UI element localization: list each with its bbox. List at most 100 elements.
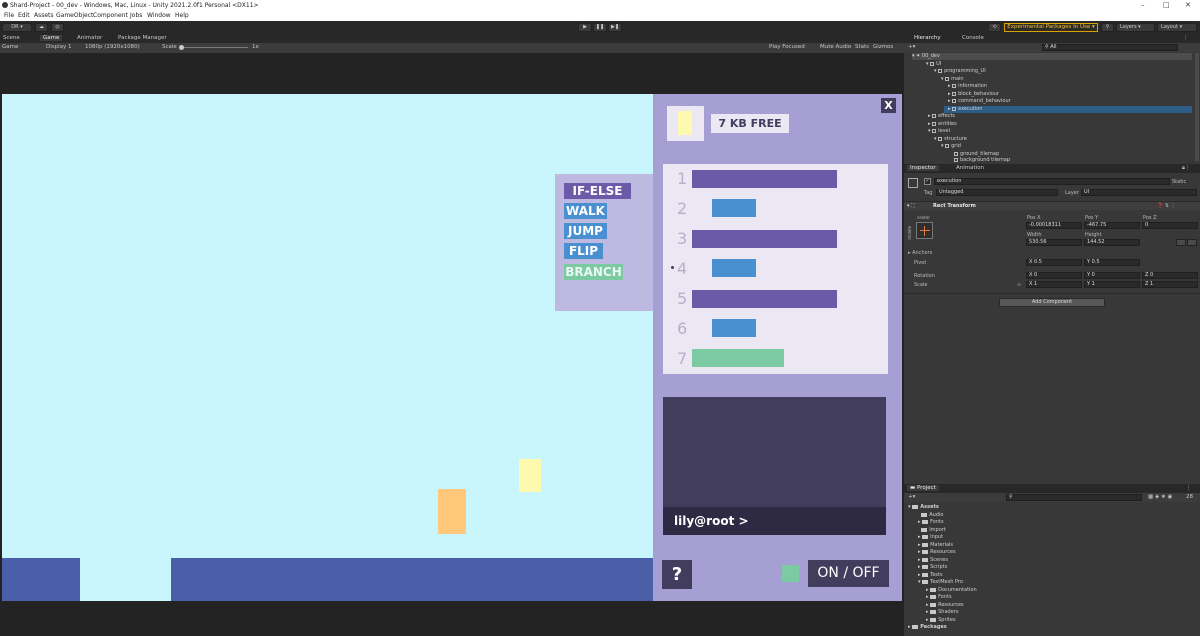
hierarchy-item[interactable]: ▾ level — [928, 128, 950, 134]
gizmos-dropdown[interactable]: Gizmos — [873, 44, 893, 50]
display-mode-dropdown[interactable]: Game — [2, 44, 18, 50]
tab-animation[interactable]: Animation — [956, 165, 984, 171]
height-field[interactable]: 144.52 — [1084, 239, 1140, 246]
panel-menu-icon[interactable]: ⋮ — [1183, 35, 1189, 41]
project-folder[interactable]: ▸ Resources — [918, 549, 956, 555]
hierarchy-search-input[interactable]: ⚲ All — [1042, 44, 1178, 51]
hierarchy-item[interactable]: ▾ structure — [934, 136, 967, 142]
tab-console[interactable]: Console — [962, 35, 984, 41]
lock-icon[interactable]: 🔒︎⋮ — [1182, 165, 1190, 172]
command-branch[interactable]: BRANCH — [564, 264, 623, 280]
program-block-branch[interactable] — [692, 349, 784, 367]
resolution-dropdown[interactable]: 1080p (1920x1080) — [85, 44, 140, 50]
pause-button[interactable]: ❚❚ — [593, 23, 607, 32]
hierarchy-item[interactable]: ▸ block_behaviour — [948, 91, 999, 97]
close-panel-button[interactable]: X — [881, 98, 896, 113]
component-settings-icon[interactable]: ❓ ⇅ ⋮ — [1157, 203, 1176, 209]
hierarchy-item[interactable]: ▸ effects — [928, 113, 955, 119]
menu-file[interactable]: File — [4, 12, 14, 19]
layout-dropdown[interactable]: Layout ▾ — [1157, 23, 1197, 32]
anchor-presets-button[interactable] — [916, 222, 933, 239]
tab-game[interactable]: Game — [40, 35, 63, 41]
hierarchy-item[interactable]: ▸ entities — [928, 121, 957, 127]
project-folder[interactable]: Import — [918, 527, 946, 533]
history-icon[interactable]: ⟲ — [988, 23, 1001, 32]
cloud-icon[interactable]: ☁ — [35, 23, 48, 32]
program-block-if-else[interactable] — [692, 230, 837, 248]
panel-menu-icon[interactable]: ⋮ — [1186, 485, 1192, 491]
mute-audio-toggle[interactable]: Mute Audio — [820, 44, 851, 50]
create-dropdown-icon[interactable]: +▾ — [908, 494, 915, 500]
menu-window[interactable]: Window — [147, 12, 171, 19]
constrain-proportions-icon[interactable]: ∞ — [1017, 282, 1021, 288]
command-walk[interactable]: WALK — [564, 203, 607, 219]
project-folder[interactable]: ▾ TextMesh Pro — [918, 579, 963, 585]
menu-assets[interactable]: Assets — [34, 12, 54, 19]
create-dropdown-icon[interactable]: +▾ — [908, 44, 915, 50]
tag-dropdown[interactable]: Untagged — [936, 189, 1058, 196]
menu-jobs[interactable]: Jobs — [130, 12, 142, 19]
search-icon[interactable]: ⚲ — [1101, 23, 1114, 32]
pivot-y-field[interactable]: Y 0.5 — [1084, 259, 1140, 266]
scale-x-field[interactable]: X 1 — [1026, 281, 1082, 288]
play-button[interactable]: ▶ — [578, 23, 592, 32]
hierarchy-item[interactable]: background tilemap — [954, 157, 1010, 163]
add-component-button[interactable]: Add Component — [999, 298, 1105, 307]
rotation-x-field[interactable]: X 0 — [1026, 272, 1082, 279]
step-button[interactable]: ▶❚ — [608, 23, 622, 32]
menu-gameobject[interactable]: GameObject — [56, 12, 93, 19]
play-focused-dropdown[interactable]: Play Focused — [769, 44, 805, 50]
project-folder[interactable]: ▸ Resources — [926, 602, 964, 608]
hierarchy-item[interactable]: ▾ programming_UI — [934, 68, 986, 74]
tab-scene[interactable]: Scene — [3, 35, 20, 41]
menu-help[interactable]: Help — [175, 12, 189, 19]
program-block-if-else[interactable] — [692, 290, 837, 308]
hierarchy-item[interactable]: ▾ main — [941, 76, 964, 82]
project-folder[interactable]: ▸ Shaders — [926, 609, 958, 615]
minimize-button[interactable]: – — [1141, 1, 1145, 9]
filter-icons[interactable]: ▦ ◈ ★ ◉ — [1148, 494, 1172, 500]
display-dropdown[interactable]: Display 1 — [46, 44, 72, 50]
power-toggle-button[interactable]: ON / OFF — [808, 560, 889, 587]
rotation-y-field[interactable]: Y 0 — [1084, 272, 1140, 279]
project-folder[interactable]: Audio — [918, 512, 943, 518]
rotation-z-field[interactable]: Z 0 — [1142, 272, 1198, 279]
pos-x-field[interactable]: -0.00018311 — [1026, 222, 1082, 229]
project-folder[interactable]: ▾ Assets — [908, 504, 939, 510]
project-folder[interactable]: ▸ Fonts — [926, 594, 952, 600]
project-folder[interactable]: ▸ Materials — [918, 542, 953, 548]
object-name-field[interactable]: execution — [934, 178, 1170, 185]
tab-hierarchy[interactable]: Hierarchy — [914, 35, 941, 41]
rect-transform-header[interactable]: ▾ ⛶ Rect Transform ❓ ⇅ ⋮ — [904, 201, 1200, 210]
help-button[interactable]: ? — [662, 560, 692, 589]
project-folder[interactable]: ▸ Fonts — [918, 519, 944, 525]
width-field[interactable]: 530.56 — [1026, 239, 1082, 246]
collab-icon[interactable]: ◎ — [51, 23, 64, 32]
project-search-input[interactable]: ⚲ — [1006, 494, 1142, 501]
command-if-else[interactable]: IF-ELSE — [564, 183, 631, 199]
program-block-action[interactable] — [712, 319, 756, 337]
pos-y-field[interactable]: -467.75 — [1084, 222, 1140, 229]
tab-project[interactable]: ▬ Project — [907, 485, 939, 491]
layers-dropdown[interactable]: Layers ▾ — [1116, 23, 1155, 32]
close-window-button[interactable]: ✕ — [1185, 1, 1191, 9]
scale-slider-handle[interactable] — [179, 45, 184, 50]
program-block-if-else[interactable] — [692, 170, 837, 188]
project-folder[interactable]: ▸ Scripts — [918, 564, 947, 570]
menu-edit[interactable]: Edit — [18, 12, 30, 19]
program-block-action[interactable] — [712, 259, 756, 277]
menu-component[interactable]: Component — [93, 12, 128, 19]
hierarchy-item-selected[interactable]: ▸ execution — [944, 105, 1192, 113]
layer-dropdown[interactable]: UI — [1081, 189, 1197, 196]
command-jump[interactable]: JUMP — [564, 223, 607, 239]
hierarchy-item[interactable]: ▸ command_behaviour — [948, 98, 1011, 104]
hierarchy-item[interactable]: ▸ information — [948, 83, 987, 89]
hierarchy-scrollbar[interactable] — [1195, 53, 1199, 161]
blueprint-mode-button[interactable] — [1176, 239, 1186, 246]
tab-inspector[interactable]: Inspector — [907, 165, 939, 171]
active-checkbox[interactable]: ✓ — [924, 178, 931, 185]
static-toggle[interactable]: Static — [1172, 179, 1186, 185]
raw-edit-button[interactable] — [1187, 239, 1197, 246]
anchors-foldout[interactable]: ▸ Anchors — [908, 250, 932, 256]
tab-package-manager[interactable]: Package Manager — [118, 35, 167, 41]
